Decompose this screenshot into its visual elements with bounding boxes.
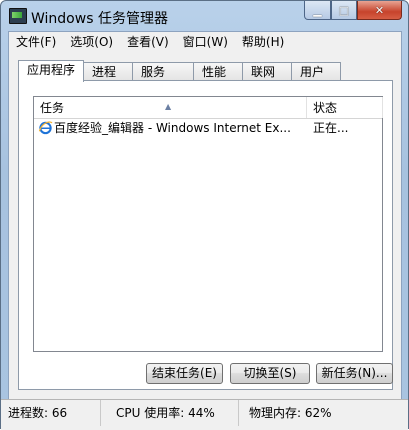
task-row[interactable]: 百度经验_编辑器 - Windows Internet Ex... 正在... <box>34 119 382 137</box>
applications-panel: 任务 ▲ 状态 百度经验_编辑器 - Windows Internet Ex..… <box>18 80 393 390</box>
minimize-button[interactable]: ▁ <box>304 1 331 20</box>
switch-to-button[interactable]: 切换至(S) <box>230 363 310 384</box>
close-button[interactable]: ✕ <box>357 1 402 20</box>
menu-bar: 文件(F) 选项(O) 查看(V) 窗口(W) 帮助(H) <box>9 32 401 52</box>
column-header-task[interactable]: 任务 ▲ <box>34 97 307 118</box>
internet-explorer-icon <box>38 121 53 135</box>
column-header-status[interactable]: 状态 <box>307 97 383 118</box>
cpu-usage: CPU 使用率: 44% <box>113 400 239 426</box>
minimize-icon: ▁ <box>313 3 322 17</box>
close-icon: ✕ <box>374 3 385 17</box>
task-manager-window: Windows 任务管理器 ▁ □ ✕ 文件(F) 选项(O) 查看(V) 窗口… <box>0 0 409 430</box>
menu-window[interactable]: 窗口(W) <box>176 32 235 52</box>
menu-view[interactable]: 查看(V) <box>120 32 176 52</box>
tab-performance[interactable]: 性能 <box>193 62 244 81</box>
title-bar[interactable]: Windows 任务管理器 ▁ □ ✕ <box>1 1 408 31</box>
window-title: Windows 任务管理器 <box>31 11 168 27</box>
column-task-label: 任务 <box>40 101 65 115</box>
tab-services[interactable]: 服务 <box>132 62 195 81</box>
tab-users[interactable]: 用户 <box>291 62 342 81</box>
task-list[interactable]: 任务 ▲ 状态 百度经验_编辑器 - Windows Internet Ex..… <box>33 96 383 352</box>
tab-processes[interactable]: 进程 <box>83 62 134 81</box>
client-area: 文件(F) 选项(O) 查看(V) 窗口(W) 帮助(H) 应用程序 进程 服务… <box>8 31 402 422</box>
status-cell: 正在... <box>313 121 349 135</box>
action-buttons: 结束任务(E) 切换至(S) 新任务(N)... <box>19 363 393 385</box>
task-name: 百度经验_编辑器 - Windows Internet Ex... <box>54 121 291 135</box>
maximize-button[interactable]: □ <box>331 1 357 20</box>
status-bar: 进程数: 66 CPU 使用率: 44% 物理内存: 62% <box>1 399 408 430</box>
new-task-button[interactable]: 新任务(N)... <box>316 363 393 384</box>
process-count: 进程数: 66 <box>5 400 101 426</box>
menu-help[interactable]: 帮助(H) <box>235 32 291 52</box>
caption-buttons: ▁ □ ✕ <box>304 1 402 21</box>
column-status-label: 状态 <box>313 101 338 115</box>
task-cell: 百度经验_编辑器 - Windows Internet Ex... <box>38 119 319 137</box>
maximize-icon: □ <box>338 3 350 17</box>
list-header: 任务 ▲ 状态 <box>34 97 383 119</box>
menu-options[interactable]: 选项(O) <box>63 32 120 52</box>
tab-applications[interactable]: 应用程序 <box>18 60 85 82</box>
menu-file[interactable]: 文件(F) <box>9 32 63 52</box>
memory-usage: 物理内存: 62% <box>249 406 332 420</box>
end-task-button[interactable]: 结束任务(E) <box>146 363 223 384</box>
tab-networking[interactable]: 联网 <box>242 62 293 81</box>
sort-ascending-icon: ▲ <box>165 102 172 111</box>
task-manager-icon <box>9 8 27 24</box>
tab-strip: 应用程序 进程 服务 性能 联网 用户 <box>18 60 342 82</box>
